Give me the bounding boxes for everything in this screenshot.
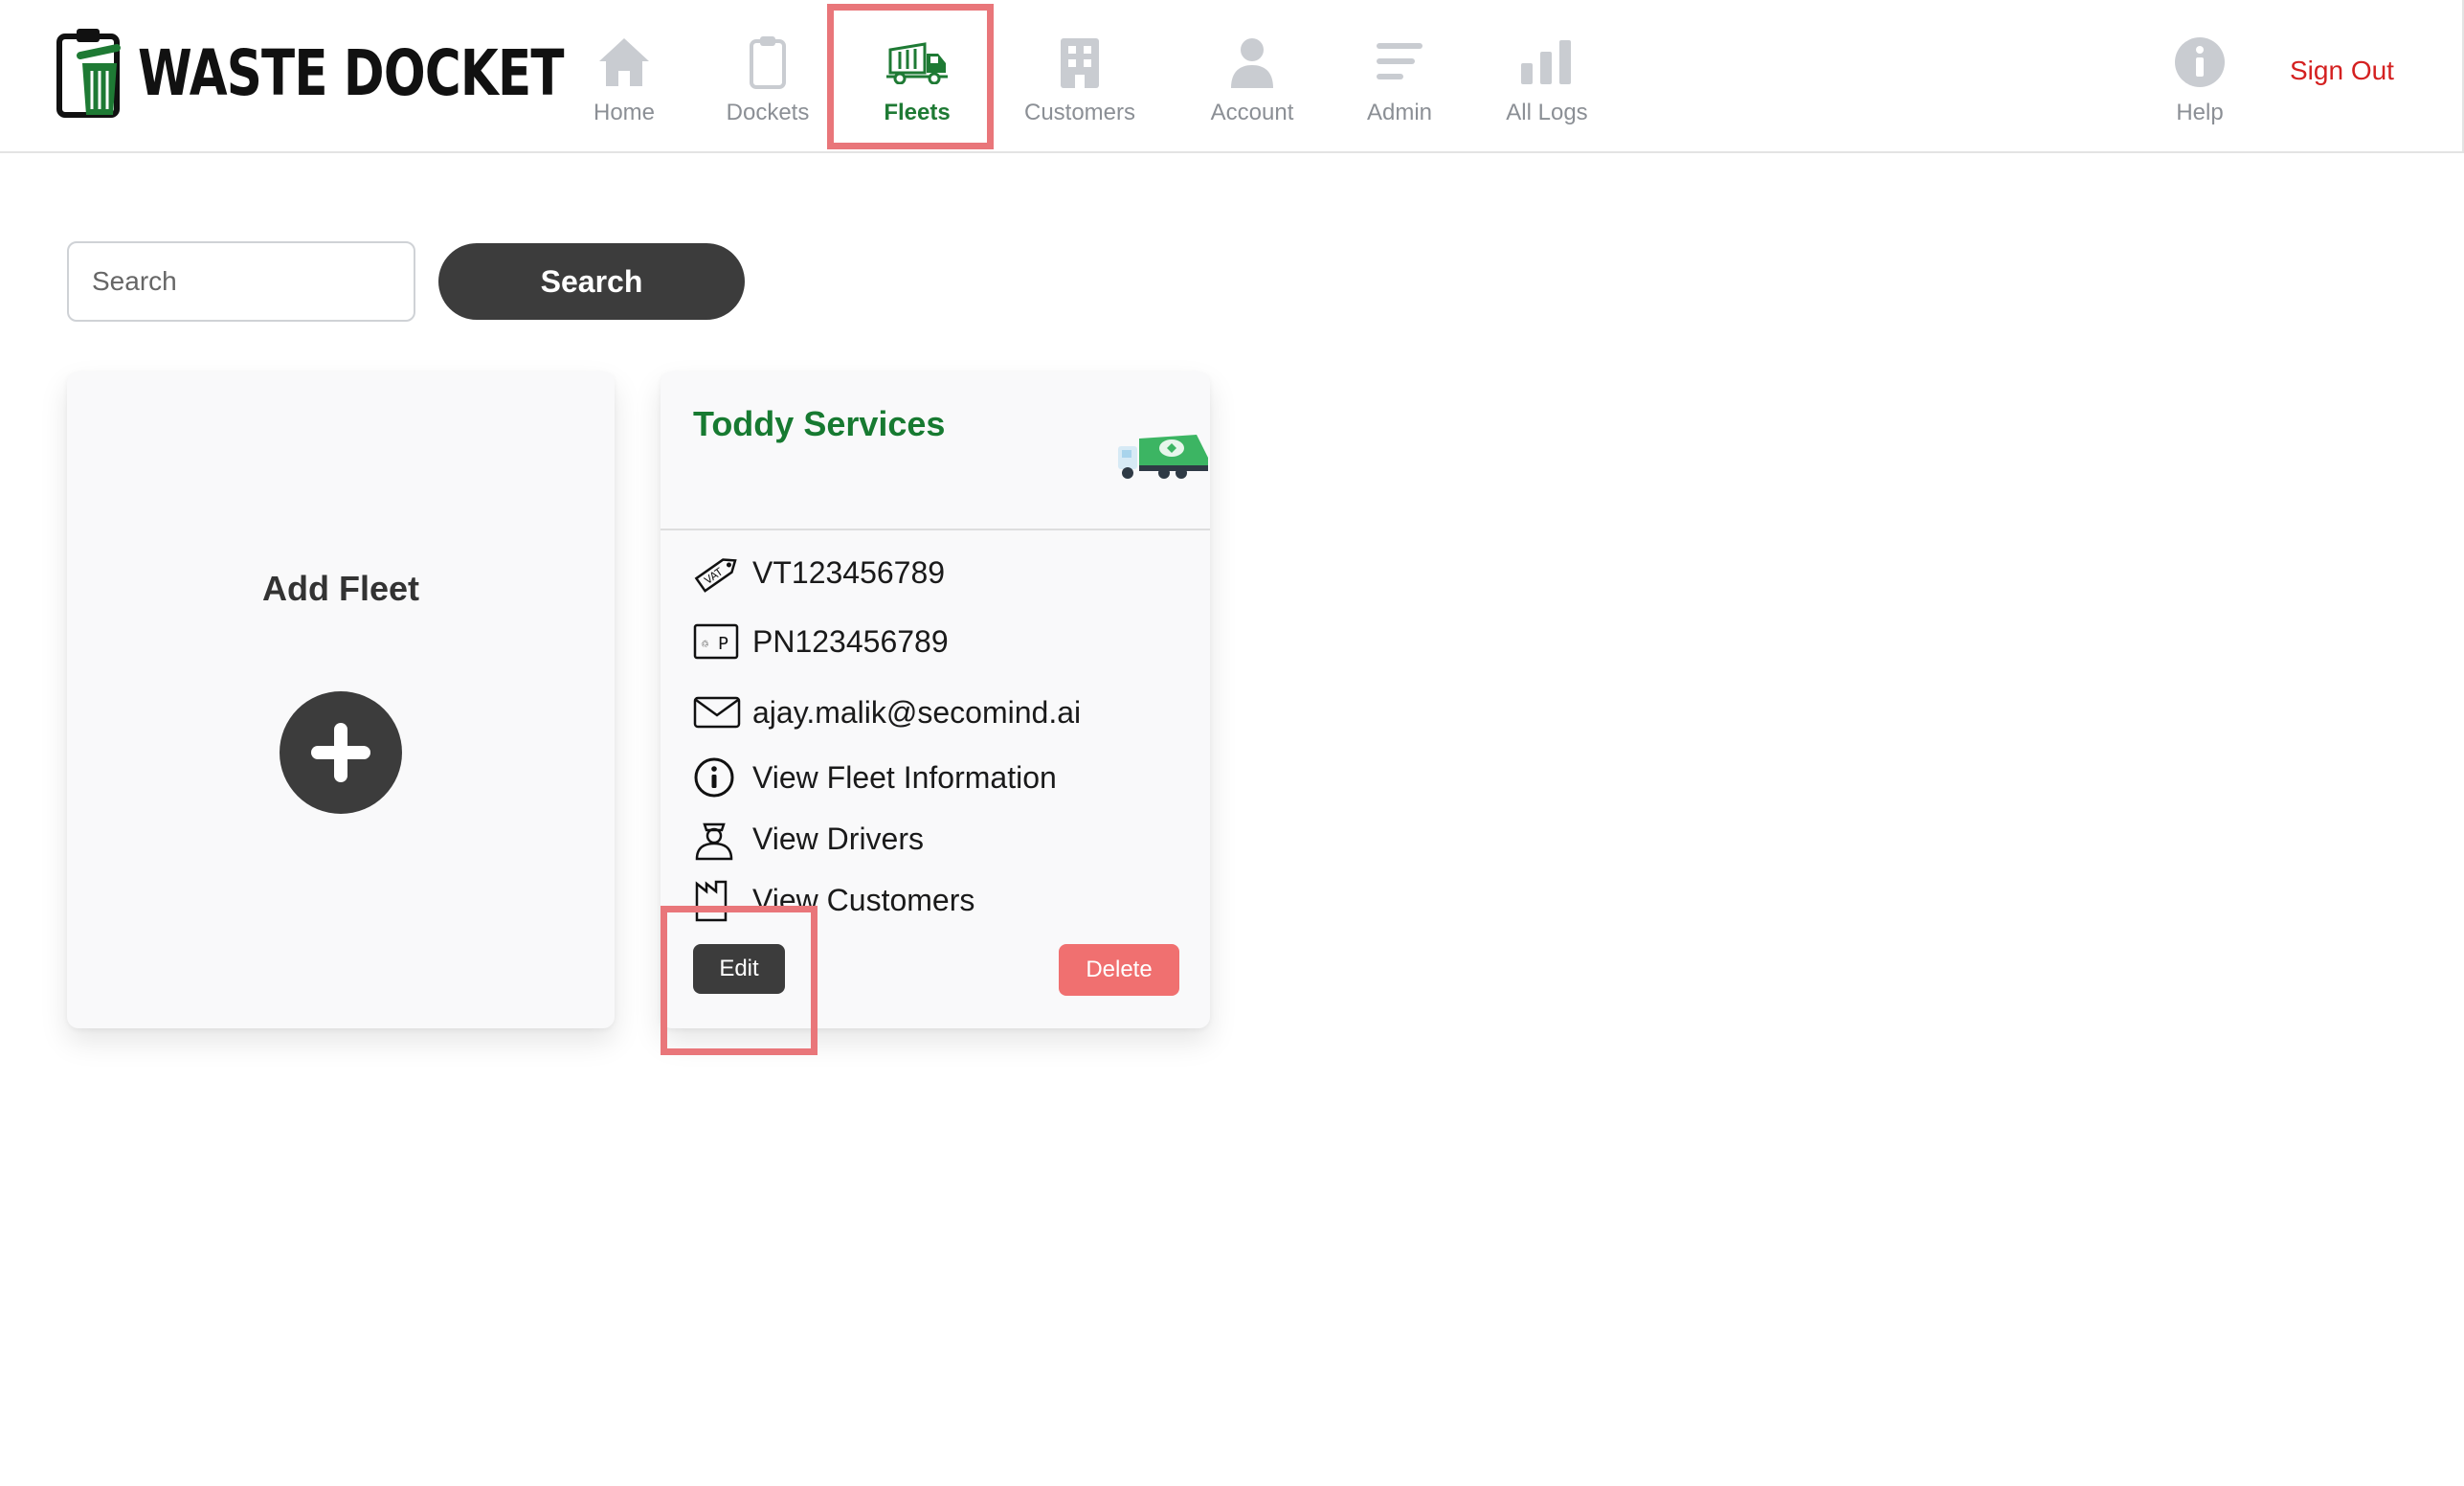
view-fleet-information-link[interactable]: View Fleet Information <box>693 754 1057 800</box>
bar-chart-icon <box>1521 34 1573 90</box>
nav-all-logs-label: All Logs <box>1506 100 1588 125</box>
view-customers-label: View Customers <box>752 882 975 917</box>
factory-icon <box>693 877 743 923</box>
svg-text:P: P <box>718 634 728 654</box>
fleet-pn-number: PN123456789 <box>752 623 949 659</box>
svg-text:VAT: VAT <box>702 566 725 587</box>
nav-help[interactable]: Help <box>2163 0 2236 151</box>
permit-icon: ♲ P <box>693 619 743 664</box>
nav-customers[interactable]: Customers <box>1019 0 1141 151</box>
svg-text:♲: ♲ <box>701 640 709 650</box>
user-icon <box>1229 34 1275 90</box>
nav-dockets-label: Dockets <box>726 100 810 125</box>
fleet-card-header: Toddy Services <box>661 372 1210 530</box>
view-customers-link[interactable]: View Customers <box>693 877 974 923</box>
nav-home[interactable]: Home <box>584 0 664 151</box>
plus-icon <box>311 723 370 782</box>
clipboard-icon <box>749 34 787 90</box>
nav-fleets[interactable]: Fleets <box>862 0 973 151</box>
nav-all-logs[interactable]: All Logs <box>1499 0 1595 151</box>
fleet-vat-number: VT123456789 <box>752 554 946 590</box>
driver-icon <box>693 816 743 862</box>
building-icon <box>1059 34 1101 90</box>
envelope-icon <box>693 689 743 735</box>
info-circle-icon <box>693 754 743 800</box>
search-button[interactable]: Search <box>438 243 745 320</box>
fleet-card: Toddy Services VAT VT123456789 ♲ P PN123… <box>661 372 1210 1028</box>
sign-out-link[interactable]: Sign Out <box>2290 56 2394 86</box>
garbage-truck-icon <box>886 34 948 90</box>
nav-account-label: Account <box>1210 100 1294 125</box>
add-fleet-title: Add Fleet <box>261 569 419 608</box>
search-input[interactable] <box>67 241 415 322</box>
top-navbar: WASTE DOCKET Home Dockets Fleets Custome… <box>0 0 2464 153</box>
fleet-pn-row: ♲ P PN123456789 <box>693 619 949 664</box>
nav-fleets-label: Fleets <box>884 100 951 125</box>
delete-fleet-button[interactable]: Delete <box>1059 944 1179 996</box>
vat-tag-icon: VAT <box>693 550 743 596</box>
home-icon <box>597 34 651 90</box>
nav-admin-label: Admin <box>1366 100 1433 125</box>
nav-account[interactable]: Account <box>1204 0 1300 151</box>
menu-lines-icon <box>1377 34 1422 90</box>
fleet-vat-row: VAT VT123456789 <box>693 550 945 596</box>
fleet-email-row: ajay.malik@secomind.ai <box>693 689 1081 735</box>
info-icon <box>2175 34 2225 90</box>
nav-dockets[interactable]: Dockets <box>720 0 816 151</box>
edit-fleet-button[interactable]: Edit <box>693 944 785 994</box>
fleet-name: Toddy Services <box>693 404 946 443</box>
add-fleet-button[interactable] <box>280 691 402 814</box>
nav-admin[interactable]: Admin <box>1357 0 1442 151</box>
view-drivers-label: View Drivers <box>752 821 924 856</box>
garbage-truck-illustration-icon <box>1118 435 1208 479</box>
nav-help-label: Help <box>2176 100 2224 125</box>
nav-customers-label: Customers <box>1023 100 1136 125</box>
fleet-email: ajay.malik@secomind.ai <box>752 694 1082 730</box>
nav-home-label: Home <box>593 100 656 125</box>
trash-clipboard-icon <box>56 29 121 118</box>
view-fleet-information-label: View Fleet Information <box>752 759 1057 795</box>
add-fleet-card[interactable]: Add Fleet <box>67 372 615 1028</box>
logo-text: WASTE DOCKET <box>138 35 564 110</box>
view-drivers-link[interactable]: View Drivers <box>693 816 924 862</box>
